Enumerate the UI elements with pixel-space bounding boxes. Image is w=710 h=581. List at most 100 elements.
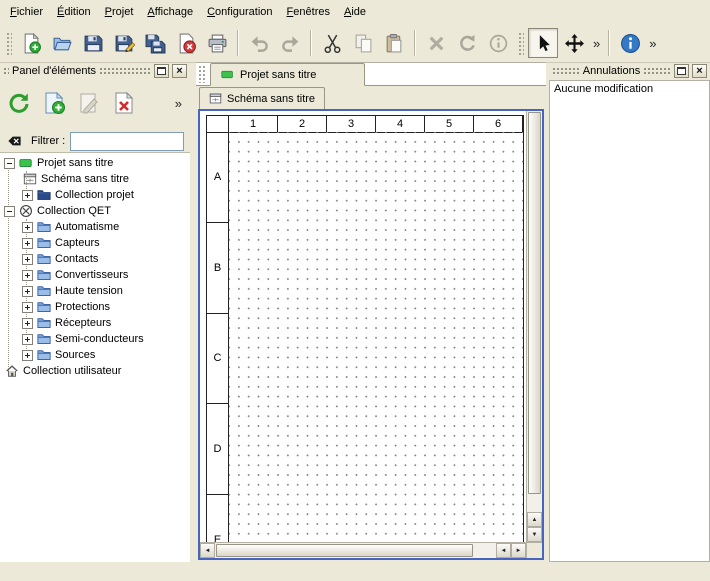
- expand-toggle[interactable]: [22, 222, 33, 233]
- expand-toggle[interactable]: [22, 254, 33, 265]
- new-element-button[interactable]: [38, 87, 70, 119]
- copy-button[interactable]: [348, 28, 378, 58]
- menu-fichier[interactable]: Fichier: [3, 2, 50, 22]
- scroll-right-button[interactable]: ►: [511, 543, 526, 558]
- menu-fenetres[interactable]: Fenêtres: [280, 2, 337, 22]
- tree-item-sources[interactable]: Sources: [0, 347, 190, 363]
- tree-item-capteurs[interactable]: Capteurs: [0, 235, 190, 251]
- delete-button[interactable]: [421, 28, 451, 58]
- save-as-button[interactable]: [109, 28, 139, 58]
- tabbar-drag-handle[interactable]: [198, 65, 207, 83]
- tree-item-haute-tension[interactable]: Haute tension: [0, 283, 190, 299]
- tree-item-contacts[interactable]: Contacts: [0, 251, 190, 267]
- expand-toggle[interactable]: [22, 190, 33, 201]
- column-label: 4: [376, 116, 425, 132]
- tree-item-recepteurs[interactable]: Récepteurs: [0, 315, 190, 331]
- tree-item-convertisseurs[interactable]: Convertisseurs: [0, 267, 190, 283]
- dot-grid[interactable]: [229, 132, 523, 542]
- undo-button[interactable]: [244, 28, 274, 58]
- folder-icon: [36, 299, 52, 315]
- horizontal-scrollbar[interactable]: ◄ ◄ ►: [200, 542, 526, 558]
- horizontal-scrollbar-track[interactable]: [474, 543, 496, 558]
- save-icon: [83, 33, 104, 54]
- toolbar-separator: [414, 30, 416, 56]
- toolbar-drag-handle[interactable]: [517, 31, 524, 55]
- scroll-down-button[interactable]: ▼: [527, 527, 542, 542]
- tree-item-collection-qet[interactable]: Collection QET: [0, 203, 190, 219]
- new-document-button[interactable]: [16, 28, 46, 58]
- menu-projet[interactable]: Projet: [98, 2, 141, 22]
- tree-item-collection-utilisateur[interactable]: Collection utilisateur: [0, 363, 190, 379]
- expand-toggle[interactable]: [22, 238, 33, 249]
- select-mode-button[interactable]: [528, 28, 558, 58]
- main-toolbar: » »: [0, 24, 710, 63]
- float-panel-button[interactable]: [154, 64, 169, 78]
- toolbar-separator: [310, 30, 312, 56]
- open-project-button[interactable]: [47, 28, 77, 58]
- undo-list-entry[interactable]: Aucune modification: [550, 81, 709, 97]
- menu-aide[interactable]: Aide: [337, 2, 373, 22]
- vertical-scrollbar-track[interactable]: [527, 495, 542, 512]
- tree-item-projet-sans-titre[interactable]: Projet sans titre: [0, 155, 190, 171]
- filter-input[interactable]: [70, 132, 184, 151]
- move-arrows-icon: [564, 33, 585, 54]
- paste-button[interactable]: [379, 28, 409, 58]
- tree-item-protections[interactable]: Protections: [0, 299, 190, 315]
- print-button[interactable]: [202, 28, 232, 58]
- tree-item-semi-conducteurs[interactable]: Semi-conducteurs: [0, 331, 190, 347]
- vertical-scrollbar-thumb[interactable]: [528, 112, 541, 494]
- expand-toggle[interactable]: [22, 302, 33, 313]
- expand-toggle[interactable]: [22, 270, 33, 281]
- expand-toggle[interactable]: [22, 318, 33, 329]
- toolbar-overflow-chevron[interactable]: »: [590, 36, 603, 51]
- conductor-info-button[interactable]: [483, 28, 513, 58]
- save-all-icon: [145, 33, 166, 54]
- cut-button[interactable]: [317, 28, 347, 58]
- scroll-left-button[interactable]: ◄: [496, 543, 511, 558]
- pan-mode-button[interactable]: [559, 28, 589, 58]
- delete-element-button[interactable]: [108, 87, 140, 119]
- reload-collections-button[interactable]: [3, 87, 35, 119]
- tree-item-collection-projet[interactable]: Collection projet: [0, 187, 190, 203]
- tab-schema-sans-titre[interactable]: Schéma sans titre: [199, 87, 325, 109]
- float-panel-button[interactable]: [674, 64, 689, 78]
- panel-overflow-chevron[interactable]: »: [172, 96, 187, 111]
- scroll-up-button[interactable]: ▲: [527, 512, 542, 527]
- close-panel-button[interactable]: ×: [692, 64, 707, 78]
- elements-panel-titlebar: Panel d'éléments ×: [0, 62, 190, 80]
- save-button[interactable]: [78, 28, 108, 58]
- horizontal-scrollbar-thumb[interactable]: [216, 544, 473, 557]
- collapse-toggle[interactable]: [4, 206, 15, 217]
- tree-item-schema-sans-titre[interactable]: Schéma sans titre: [0, 171, 190, 187]
- expand-toggle[interactable]: [22, 286, 33, 297]
- dock-drag-handle[interactable]: [552, 67, 580, 75]
- toolbar-drag-handle[interactable]: [5, 31, 12, 55]
- diagram-view: 1 2 3 4 5 6 A B C D E: [198, 109, 544, 560]
- redo-button[interactable]: [275, 28, 305, 58]
- dock-drag-handle[interactable]: [643, 67, 671, 75]
- menu-configuration[interactable]: Configuration: [200, 2, 279, 22]
- close-file-button[interactable]: [171, 28, 201, 58]
- elements-panel-toolbar: »: [0, 80, 190, 126]
- tree-item-automatisme[interactable]: Automatisme: [0, 219, 190, 235]
- diagram-canvas[interactable]: 1 2 3 4 5 6 A B C D E: [200, 111, 526, 542]
- vertical-scrollbar[interactable]: ▲ ▼: [526, 111, 542, 542]
- dock-drag-handle[interactable]: [99, 67, 151, 75]
- expand-toggle[interactable]: [22, 334, 33, 345]
- dock-drag-handle[interactable]: [3, 67, 9, 75]
- column-label: 2: [278, 116, 327, 132]
- tab-projet-sans-titre[interactable]: Projet sans titre: [210, 63, 365, 86]
- expand-toggle[interactable]: [22, 350, 33, 361]
- edit-element-button[interactable]: [73, 87, 105, 119]
- about-info-button[interactable]: [615, 28, 645, 58]
- rotate-button[interactable]: [452, 28, 482, 58]
- clear-filter-button[interactable]: [6, 132, 26, 150]
- scroll-left-button[interactable]: ◄: [200, 543, 215, 558]
- close-panel-button[interactable]: ×: [172, 64, 187, 78]
- save-all-button[interactable]: [140, 28, 170, 58]
- collapse-toggle[interactable]: [4, 158, 15, 169]
- menu-edition[interactable]: Édition: [50, 2, 98, 22]
- copy-icon: [353, 33, 374, 54]
- menu-affichage[interactable]: Affichage: [140, 2, 200, 22]
- toolbar-overflow-chevron[interactable]: »: [646, 36, 659, 51]
